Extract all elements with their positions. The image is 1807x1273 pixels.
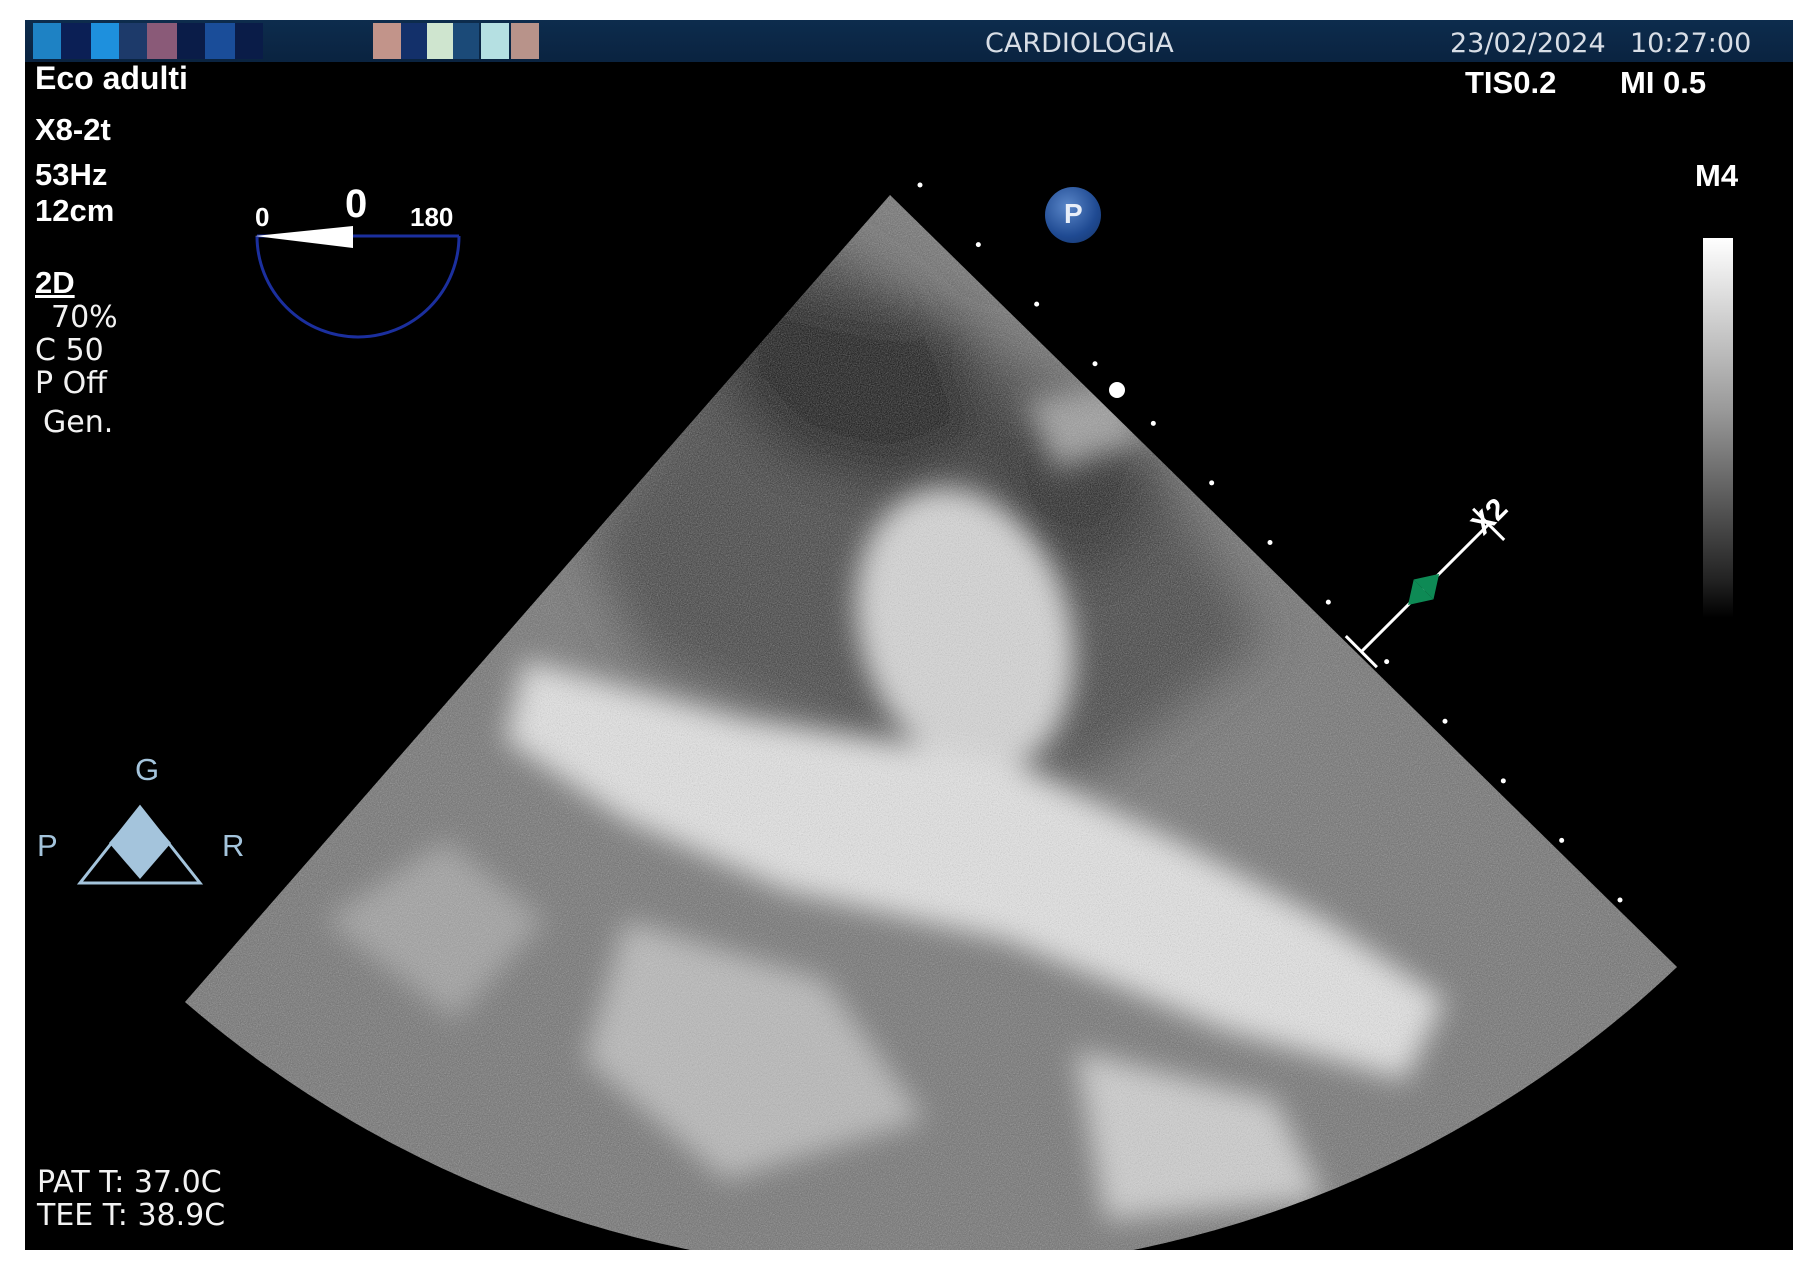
preset-label: Eco adulti [35, 60, 188, 96]
omniplane-max-label: 180 [410, 202, 454, 232]
focus-marker [1109, 382, 1125, 398]
mi-label: MI 0.5 [1620, 65, 1707, 100]
depth-tick [1150, 420, 1156, 426]
depth-tick [1442, 718, 1448, 724]
depth-tick [1034, 301, 1040, 307]
orientation-triangle-icon [76, 804, 204, 885]
orientation-right-label: R [222, 828, 245, 863]
depth-tick [1209, 480, 1215, 486]
frame-rate-label: 53Hz [35, 157, 108, 192]
patient-temperature-label: PAT T: 37.0C [37, 1165, 222, 1200]
probe-marker-label: P [1064, 198, 1083, 229]
gain-label: 70% [51, 300, 118, 335]
ultrasound-sector-image [185, 182, 1677, 1250]
depth-tick [1092, 361, 1098, 367]
depth-tick [975, 242, 981, 248]
grayscale-map-bar [1703, 238, 1733, 618]
tis-label: TIS0.2 [1465, 65, 1557, 100]
orientation-left-label: P [37, 828, 58, 863]
ultrasound-screen: CARDIOLOGIA 23/02/2024 10:27:00 Eco adul… [25, 20, 1793, 1250]
map-label: M4 [1695, 158, 1739, 193]
persistence-label: P Off [35, 366, 107, 401]
depth-tick [1617, 897, 1623, 903]
depth-tick [1325, 599, 1331, 605]
depth-tick [1267, 540, 1273, 545]
depth-label: 12cm [35, 193, 115, 228]
orientation-top-label: G [135, 752, 160, 787]
depth-tick [917, 182, 923, 188]
omniplane-min-label: 0 [255, 202, 270, 232]
frequency-label: Gen. [43, 405, 114, 440]
probe-temperature-label: TEE T: 38.9C [37, 1198, 226, 1233]
omniplane-angle-value: 0 [345, 182, 368, 226]
depth-tick [1559, 837, 1565, 843]
mode-label: 2D [35, 265, 75, 300]
omniplane-arc [255, 226, 461, 339]
depth-tick [1500, 778, 1506, 784]
probe-label: X8-2t [35, 112, 111, 147]
compression-label: C 50 [35, 333, 104, 368]
